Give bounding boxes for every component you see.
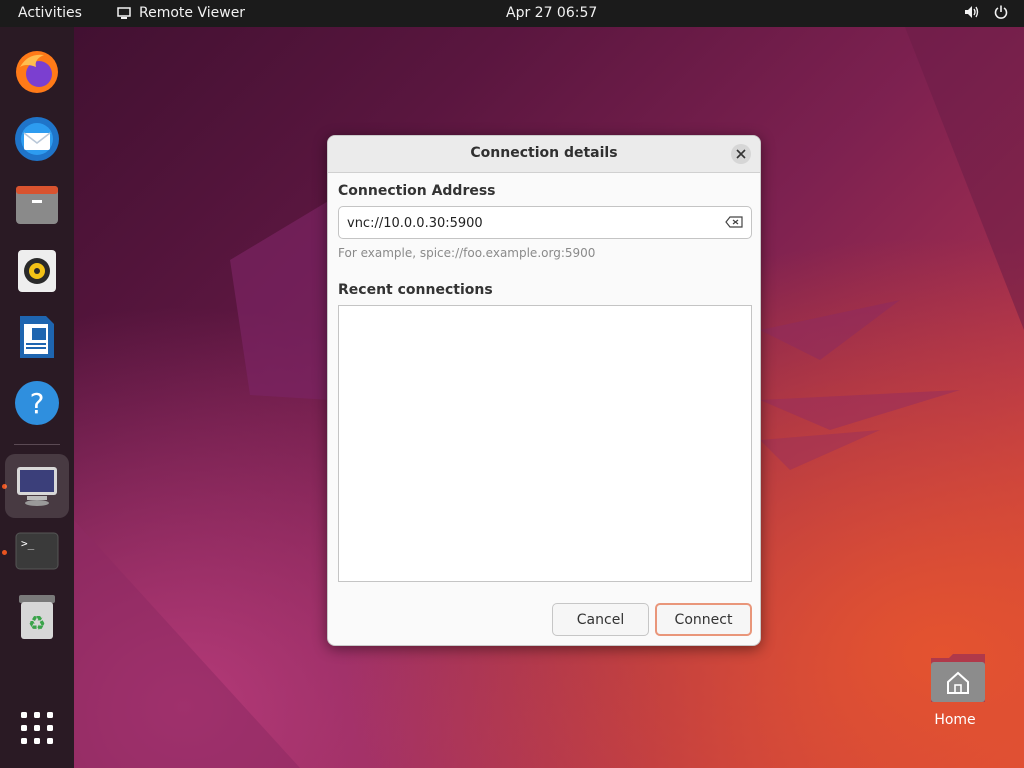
address-label: Connection Address bbox=[338, 183, 496, 199]
address-field[interactable] bbox=[338, 206, 752, 239]
dock-item-firefox[interactable] bbox=[5, 40, 69, 104]
dialog-header: Connection details bbox=[328, 136, 760, 173]
dock-item-trash[interactable]: ♻ bbox=[5, 585, 69, 649]
dock-separator bbox=[14, 444, 60, 445]
svg-text:♻: ♻ bbox=[28, 611, 46, 635]
dock-item-files[interactable] bbox=[5, 173, 69, 237]
recent-label: Recent connections bbox=[338, 282, 493, 298]
cancel-button[interactable]: Cancel bbox=[552, 603, 649, 636]
trash-icon: ♻ bbox=[19, 595, 55, 639]
remote-viewer-icon bbox=[17, 467, 57, 506]
desktop-home-label: Home bbox=[934, 712, 976, 728]
dock-item-terminal[interactable]: >_ bbox=[5, 519, 69, 583]
dock-item-writer[interactable] bbox=[5, 305, 69, 369]
app-menu-label: Remote Viewer bbox=[139, 5, 246, 21]
connect-button[interactable]: Connect bbox=[655, 603, 752, 636]
top-bar: Activities Remote Viewer Apr 27 06:57 bbox=[0, 0, 1024, 27]
desktop-home-icon[interactable]: Home bbox=[920, 652, 990, 728]
app-menu[interactable]: Remote Viewer bbox=[117, 5, 245, 21]
monitor-icon bbox=[117, 6, 131, 19]
dock: ? >_ ♻ bbox=[0, 27, 74, 768]
close-button[interactable] bbox=[731, 144, 751, 164]
dock-item-help[interactable]: ? bbox=[5, 371, 69, 435]
files-icon bbox=[16, 186, 58, 224]
terminal-icon: >_ bbox=[15, 532, 59, 570]
connection-dialog: Connection details Connection Address Fo… bbox=[327, 135, 761, 646]
dock-item-remote-viewer[interactable] bbox=[5, 454, 69, 518]
svg-text:?: ? bbox=[30, 387, 45, 420]
app-grid-icon bbox=[21, 712, 53, 744]
dock-item-rhythmbox[interactable] bbox=[5, 239, 69, 303]
address-input[interactable] bbox=[347, 213, 707, 233]
writer-icon bbox=[20, 316, 54, 358]
dialog-title: Connection details bbox=[470, 145, 618, 161]
recent-connections-list[interactable] bbox=[338, 305, 752, 582]
home-folder-icon bbox=[931, 654, 985, 702]
power-icon bbox=[994, 5, 1008, 19]
system-tray[interactable] bbox=[964, 5, 1008, 19]
address-hint: For example, spice://foo.example.org:590… bbox=[338, 246, 596, 260]
svg-text:>_: >_ bbox=[21, 537, 35, 550]
clock[interactable]: Apr 27 06:57 bbox=[506, 5, 597, 21]
dock-item-show-apps[interactable] bbox=[5, 696, 69, 760]
close-icon bbox=[736, 149, 746, 159]
thunderbird-icon bbox=[15, 117, 59, 161]
speaker-icon bbox=[965, 6, 979, 18]
rhythmbox-icon bbox=[18, 250, 56, 292]
activities-button[interactable]: Activities bbox=[18, 5, 82, 21]
firefox-icon bbox=[16, 51, 58, 93]
clear-text-icon[interactable] bbox=[725, 216, 743, 228]
dock-item-thunderbird[interactable] bbox=[5, 107, 69, 171]
help-icon: ? bbox=[15, 381, 59, 425]
